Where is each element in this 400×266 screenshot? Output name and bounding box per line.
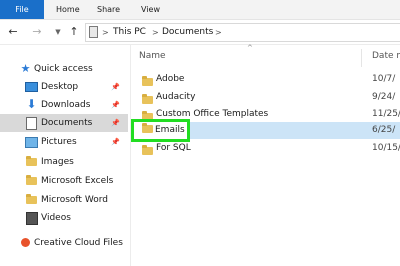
- pin-icon[interactable]: 📌: [111, 78, 120, 96]
- sidebar-item-microsoft-excels[interactable]: Microsoft Excels: [0, 172, 128, 190]
- breadcrumb-separator: >: [152, 28, 159, 37]
- sidebar-item-label: Microsoft Word: [41, 195, 108, 205]
- sidebar-item-images[interactable]: Images: [0, 153, 128, 171]
- pin-icon[interactable]: 📌: [111, 133, 120, 151]
- sidebar-item-label: Desktop: [41, 82, 79, 92]
- file-date: 9/24/: [372, 92, 396, 102]
- sidebar-item-label: Microsoft Excels: [41, 176, 114, 186]
- folder-icon: [25, 174, 38, 187]
- file-date: 6/25/: [372, 125, 396, 135]
- sidebar-item-quick-access[interactable]: ★ Quick access: [0, 60, 128, 78]
- tab-share[interactable]: Share: [97, 0, 120, 19]
- column-header-row: ^ Name Date m: [131, 44, 400, 71]
- tab-home[interactable]: Home: [56, 0, 80, 19]
- navigation-pane: ★ Quick access Desktop 📌 ⬇ Downloads 📌 D…: [0, 45, 128, 266]
- column-header-name[interactable]: Name: [139, 51, 166, 61]
- file-date: 10/7/: [372, 74, 396, 84]
- tab-view[interactable]: View: [141, 0, 160, 19]
- sidebar-item-label: Quick access: [34, 64, 93, 74]
- folder-icon: [25, 155, 38, 168]
- sidebar-item-creative-cloud-files[interactable]: Creative Cloud Files: [0, 234, 128, 252]
- ribbon: File Home Share View: [0, 0, 400, 20]
- address-bar[interactable]: > This PC > Documents >: [85, 23, 400, 42]
- breadcrumb-separator: >: [102, 28, 109, 37]
- breadcrumb-documents[interactable]: Documents: [162, 24, 213, 41]
- videos-icon: [25, 211, 38, 225]
- this-pc-icon: [89, 26, 98, 38]
- file-name: For SQL: [156, 143, 191, 153]
- column-separator[interactable]: [361, 49, 362, 67]
- up-arrow-icon[interactable]: ↑: [67, 24, 81, 40]
- file-date: 11/25/: [372, 109, 400, 119]
- desktop-icon: [25, 80, 38, 93]
- download-icon: ⬇: [26, 97, 37, 111]
- list-item[interactable]: Audacity 9/24/: [131, 89, 400, 106]
- sidebar-item-downloads[interactable]: ⬇ Downloads 📌: [0, 96, 128, 114]
- folder-icon: [25, 193, 38, 206]
- pin-icon[interactable]: 📌: [111, 114, 120, 132]
- forward-arrow-icon[interactable]: →: [30, 24, 44, 40]
- sidebar-item-documents[interactable]: Documents 📌: [0, 114, 128, 132]
- column-header-date-modified[interactable]: Date m: [372, 51, 400, 61]
- folder-icon: [142, 140, 153, 159]
- navigation-bar: ← → ▼ ↑ > This PC > Documents >: [0, 20, 400, 45]
- sidebar-item-label: Downloads: [41, 100, 91, 110]
- sidebar-item-desktop[interactable]: Desktop 📌: [0, 78, 128, 96]
- sidebar-item-label: Creative Cloud Files: [34, 238, 123, 248]
- sidebar-item-pictures[interactable]: Pictures 📌: [0, 133, 128, 151]
- file-name: Emails: [155, 125, 185, 135]
- emails-folder-highlight[interactable]: Emails: [131, 119, 190, 142]
- file-list: ^ Name Date m Adobe 10/7/ Audacity 9/24/…: [131, 44, 400, 266]
- sidebar-item-label: Videos: [41, 213, 71, 223]
- pin-icon[interactable]: 📌: [111, 96, 120, 114]
- sidebar-item-label: Documents: [41, 118, 93, 128]
- creative-cloud-icon: [19, 236, 32, 249]
- file-date: 10/15/: [372, 143, 400, 153]
- back-arrow-icon[interactable]: ←: [6, 24, 20, 40]
- breadcrumb-separator: >: [215, 28, 222, 37]
- breadcrumb-this-pc[interactable]: This PC: [113, 24, 146, 41]
- star-icon: ★: [20, 62, 31, 75]
- list-item[interactable]: For SQL 10/15/: [131, 140, 400, 157]
- pictures-icon: [25, 135, 38, 148]
- recent-locations-chevron-icon[interactable]: ▼: [53, 24, 63, 40]
- sidebar-item-label: Images: [41, 157, 74, 167]
- file-name: Audacity: [156, 92, 196, 102]
- sidebar-item-videos[interactable]: Videos: [0, 209, 128, 227]
- folder-icon: [142, 123, 153, 133]
- folder-icon: [142, 71, 153, 90]
- sidebar-item-microsoft-word[interactable]: Microsoft Word: [0, 191, 128, 209]
- file-name: Adobe: [156, 74, 185, 84]
- list-item[interactable]: Adobe 10/7/: [131, 71, 400, 88]
- documents-icon: [25, 116, 38, 130]
- tab-file[interactable]: File: [0, 0, 44, 19]
- sort-ascending-icon: ^: [247, 44, 253, 52]
- sidebar-item-label: Pictures: [41, 137, 77, 147]
